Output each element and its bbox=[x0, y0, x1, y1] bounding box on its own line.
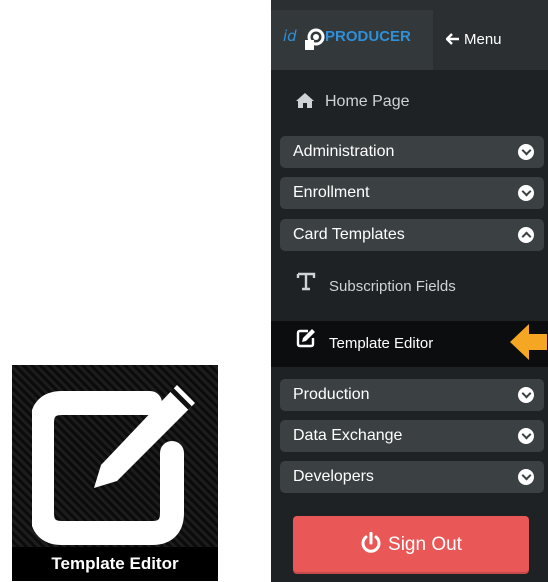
section-card-templates[interactable]: Card Templates bbox=[280, 219, 544, 251]
edit-icon bbox=[32, 385, 195, 545]
chevron-down-icon bbox=[518, 144, 534, 160]
logo-name: PRODUCER bbox=[325, 28, 411, 45]
menu-toggle-button[interactable]: Menu bbox=[436, 10, 528, 70]
chevron-up-icon bbox=[518, 227, 534, 243]
logo-prefix: id bbox=[283, 27, 297, 45]
section-data-exchange[interactable]: Data Exchange bbox=[280, 420, 544, 452]
section-production[interactable]: Production bbox=[280, 379, 544, 411]
nav-home-label: Home Page bbox=[325, 93, 410, 110]
section-label: Administration bbox=[293, 143, 395, 160]
sign-out-button[interactable]: Sign Out bbox=[293, 516, 529, 574]
section-label: Enrollment bbox=[293, 184, 370, 201]
chevron-down-icon bbox=[518, 387, 534, 403]
tile-label: Template Editor bbox=[12, 547, 218, 581]
callout-arrow-icon bbox=[510, 324, 547, 360]
section-label: Data Exchange bbox=[293, 427, 403, 444]
menu-label: Menu bbox=[464, 31, 502, 48]
chevron-down-icon bbox=[518, 185, 534, 201]
chevron-down-icon bbox=[518, 469, 534, 485]
section-enrollment[interactable]: Enrollment bbox=[280, 177, 544, 209]
home-icon bbox=[296, 93, 314, 108]
edit-icon bbox=[295, 321, 317, 367]
sidebar-header: id PRODUCER Menu bbox=[271, 0, 548, 70]
section-label: Production bbox=[293, 386, 370, 403]
template-editor-tile[interactable]: Template Editor bbox=[12, 365, 218, 581]
logo-mark-icon bbox=[305, 28, 325, 50]
text-t-icon bbox=[295, 264, 317, 310]
sign-out-label: Sign Out bbox=[388, 534, 462, 555]
section-administration[interactable]: Administration bbox=[280, 136, 544, 168]
nav-home[interactable]: Home Page bbox=[271, 80, 548, 124]
chevron-down-icon bbox=[518, 428, 534, 444]
app-logo[interactable]: id PRODUCER bbox=[271, 10, 433, 70]
section-label: Card Templates bbox=[293, 226, 405, 243]
nav-subscription-fields[interactable]: Subscription Fields bbox=[271, 264, 548, 310]
section-label: Developers bbox=[293, 468, 374, 485]
power-icon bbox=[361, 531, 381, 553]
section-developers[interactable]: Developers bbox=[280, 461, 544, 493]
nav-subscription-fields-label: Subscription Fields bbox=[329, 278, 456, 295]
arrow-left-icon bbox=[445, 33, 459, 45]
nav-template-editor[interactable]: Template Editor bbox=[271, 321, 548, 367]
nav-template-editor-label: Template Editor bbox=[329, 335, 434, 352]
